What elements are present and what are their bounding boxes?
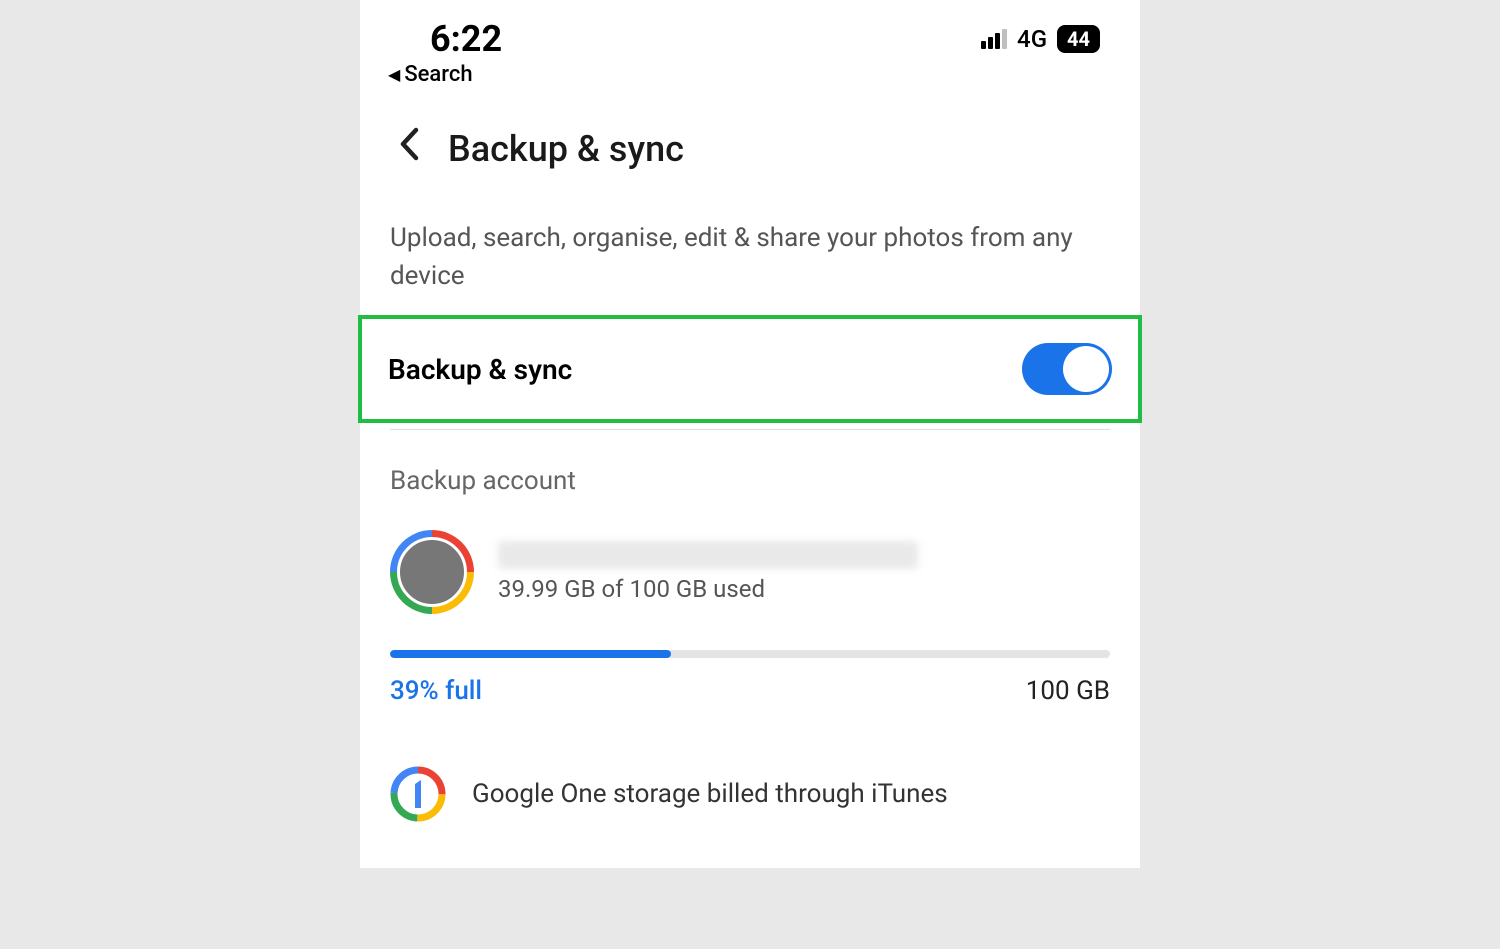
account-row[interactable]: 39.99 GB of 100 GB used <box>360 512 1140 624</box>
avatar <box>390 530 474 614</box>
backup-account-section-label: Backup account <box>360 430 1140 512</box>
battery-level: 44 <box>1057 25 1100 53</box>
account-info: 39.99 GB of 100 GB used <box>498 541 1110 603</box>
progress-track <box>390 650 1110 658</box>
toggle-label: Backup & sync <box>388 353 572 386</box>
page-header: Backup & sync <box>360 87 1140 190</box>
avatar-image <box>397 537 467 607</box>
status-time: 6:22 <box>430 18 502 60</box>
account-email-redacted <box>498 541 918 569</box>
toggle-knob <box>1063 346 1109 392</box>
cellular-signal-icon <box>981 29 1007 49</box>
network-label: 4G <box>1017 25 1047 53</box>
backup-sync-toggle[interactable] <box>1022 343 1112 395</box>
page-description: Upload, search, organise, edit & share y… <box>360 190 1140 315</box>
google-one-icon <box>390 766 446 822</box>
back-button[interactable] <box>390 127 428 170</box>
back-triangle-icon: ◀ <box>388 65 400 84</box>
chevron-left-icon <box>398 127 420 161</box>
progress-fill <box>390 650 671 658</box>
page-title: Backup & sync <box>448 128 684 170</box>
billing-text: Google One storage billed through iTunes <box>472 779 948 809</box>
progress-percent: 39% full <box>390 676 482 706</box>
progress-total: 100 GB <box>1026 676 1110 706</box>
storage-progress: 39% full 100 GB <box>360 624 1140 716</box>
backup-sync-toggle-row: Backup & sync <box>358 315 1142 423</box>
back-to-app-button[interactable]: ◀ Search <box>360 60 1140 87</box>
phone-screen: 6:22 4G 44 ◀ Search Backup & sync Upload… <box>360 0 1140 868</box>
progress-labels: 39% full 100 GB <box>390 658 1110 706</box>
status-bar: 6:22 4G 44 <box>360 0 1140 60</box>
back-to-app-label: Search <box>404 62 472 87</box>
billing-row[interactable]: Google One storage billed through iTunes <box>360 716 1140 852</box>
account-storage-text: 39.99 GB of 100 GB used <box>498 575 1110 603</box>
status-right: 4G 44 <box>981 25 1100 53</box>
